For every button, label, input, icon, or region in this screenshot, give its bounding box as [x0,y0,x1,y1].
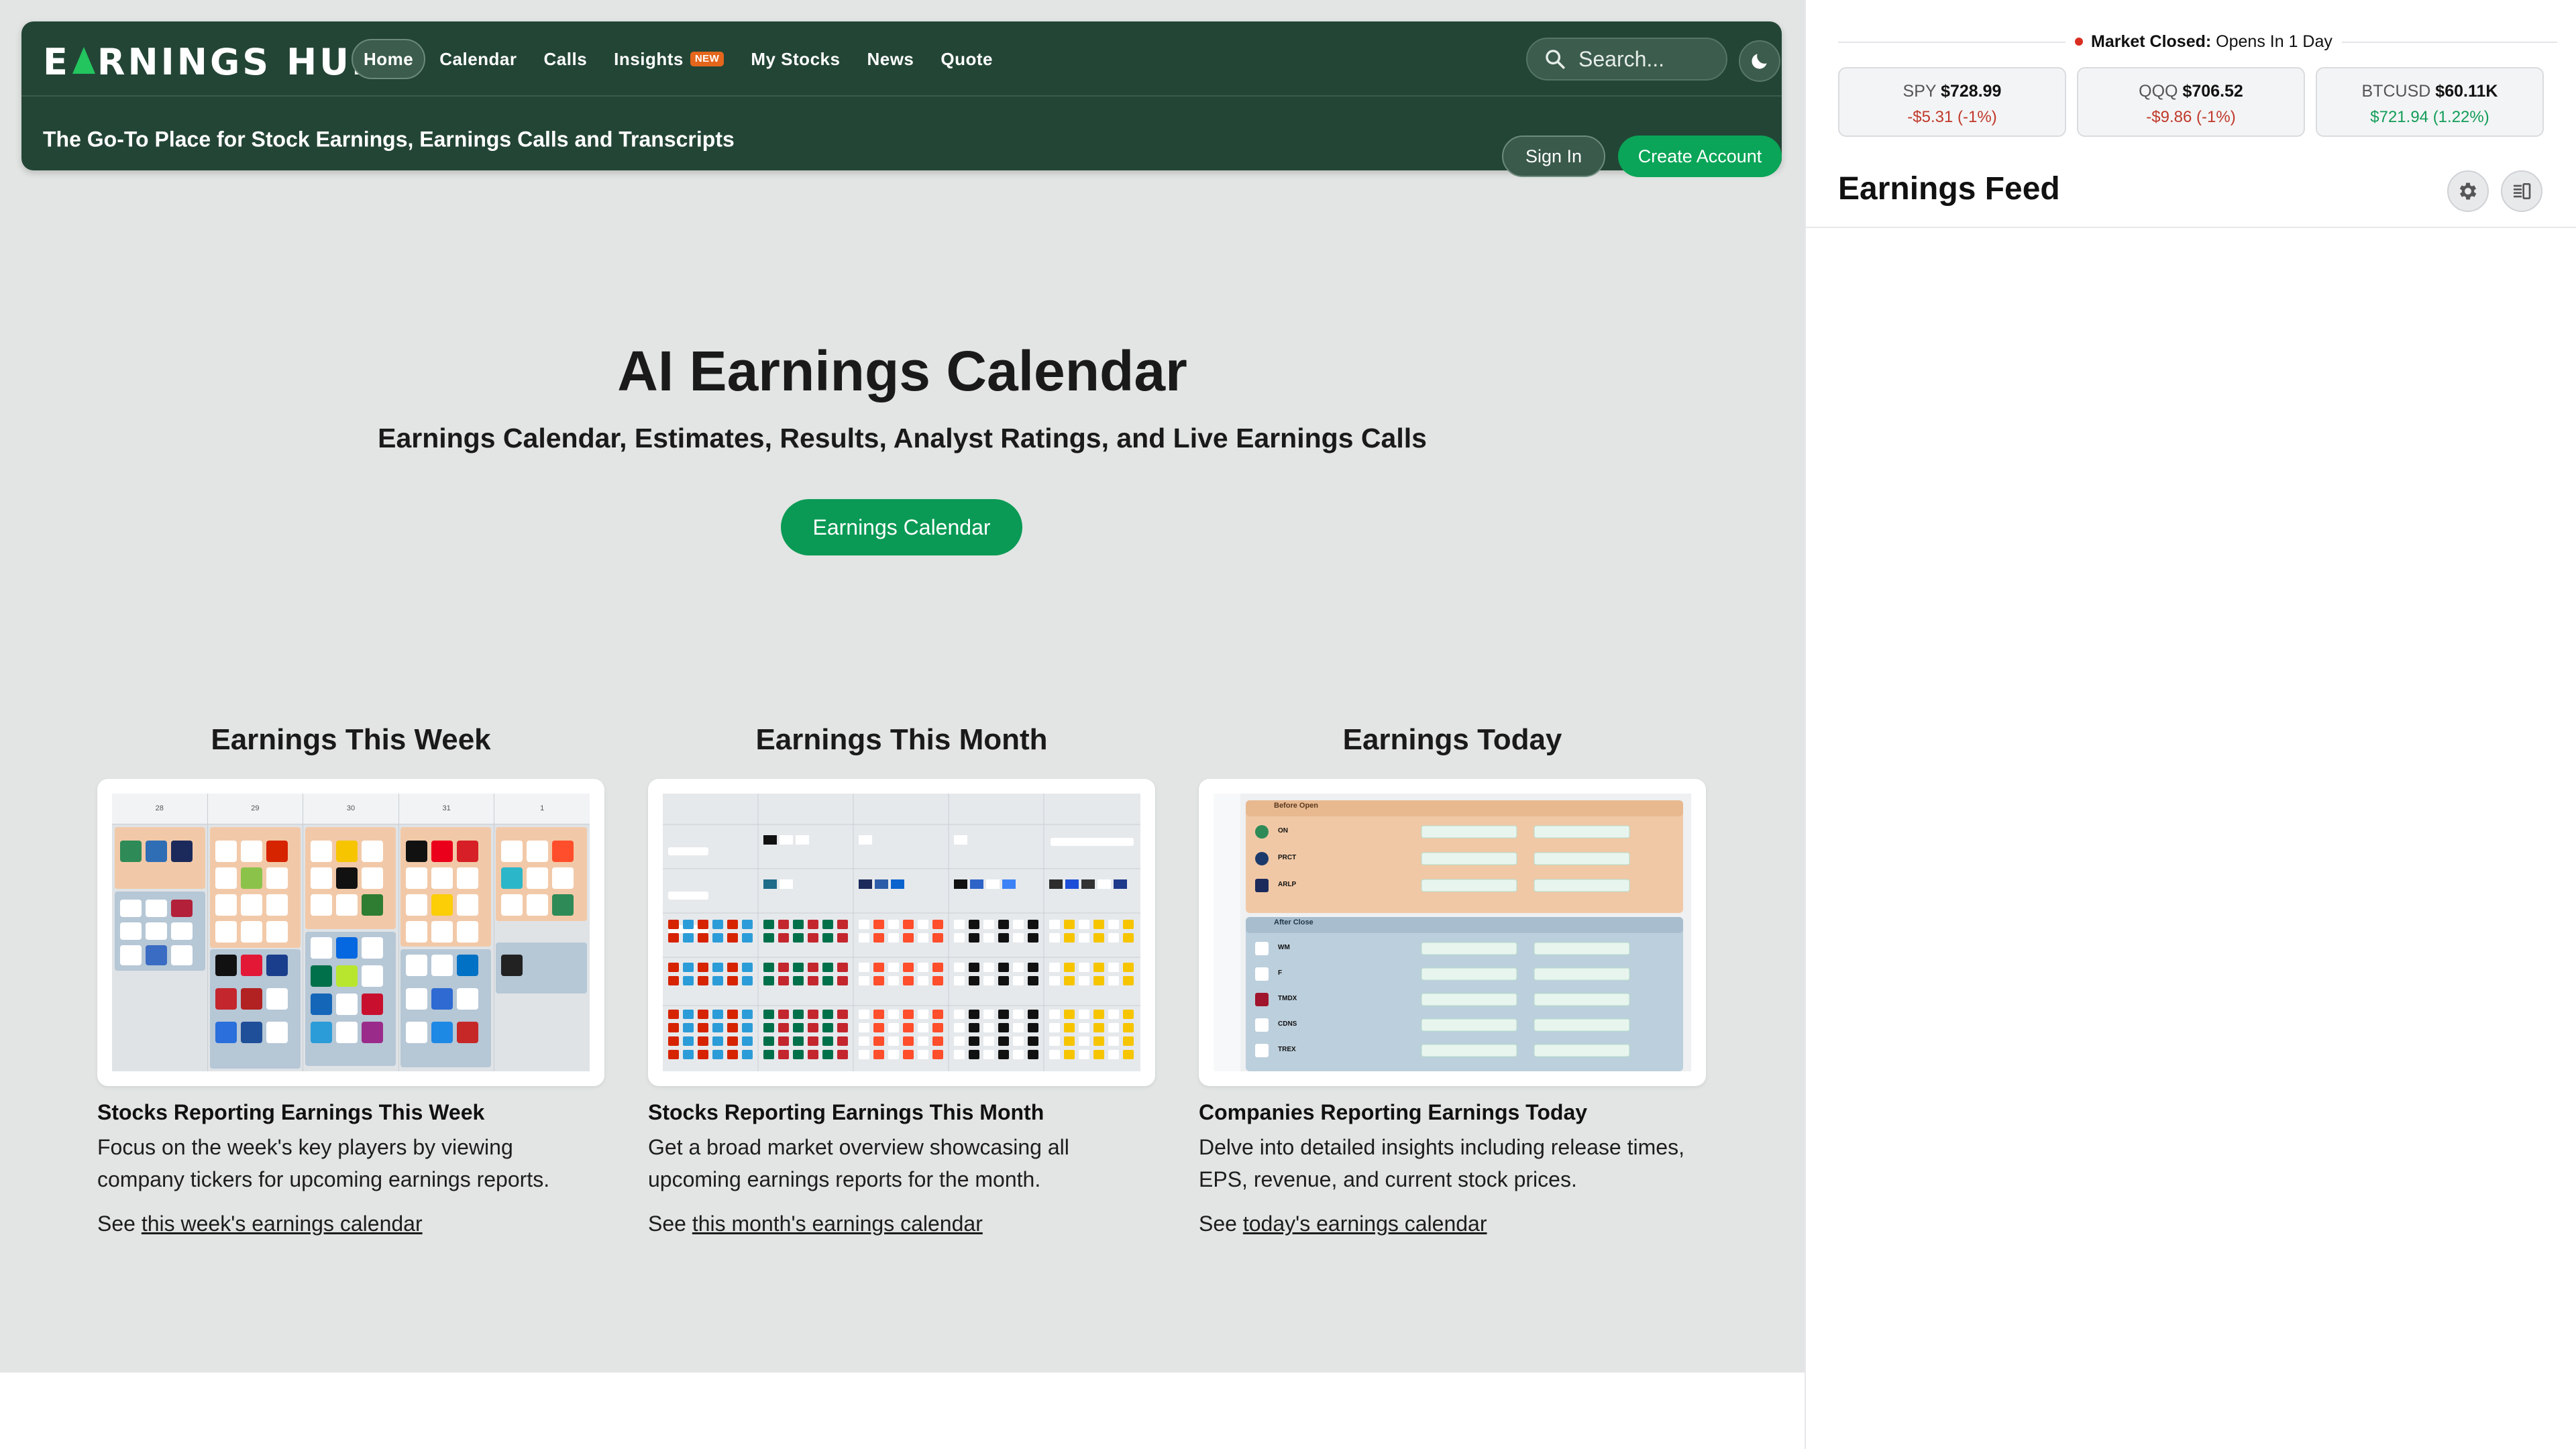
ticker-line: SPY $728.99 [1839,82,2065,101]
ticker-card-qqq[interactable]: QQQ $706.52 -$9.86 (-1%) [2077,67,2305,137]
month-grid-illustration [663,794,1140,1071]
card-heading: Earnings This Week [211,723,491,756]
ticker-change: $721.94 (1.22%) [2370,108,2489,126]
new-badge: NEW [690,52,724,66]
nav-home[interactable]: Home [352,39,426,79]
gear-icon [2459,182,2477,200]
sign-in-button[interactable]: Sign In [1502,136,1605,177]
row-ticker: ARLP [1278,881,1297,888]
ticker-symbol: QQQ [2139,82,2178,101]
row-ticker: TMDX [1278,995,1297,1002]
feed-divider [1806,227,2576,228]
main-footer-space [0,1373,1805,1449]
market-status: Market Closed: Opens In 1 Day [2065,30,2342,54]
row-ticker: ON [1278,827,1288,835]
row-ticker: PRCT [1278,854,1297,861]
search-icon [1546,50,1565,69]
ticker-symbol: SPY [1902,82,1937,101]
row-ticker: CDNS [1278,1020,1297,1028]
card-earnings-today: Earnings Today Before Open After Close O… [1199,723,1706,1236]
card-title: Stocks Reporting Earnings This Week [97,1100,485,1124]
tagline: The Go-To Place for Stock Earnings, Earn… [43,127,735,152]
logo-letter-e: E [43,40,70,83]
month-calendar-thumbnail [663,794,1140,1071]
today-list-illustration [1214,794,1683,1071]
card-heading: Earnings Today [1342,723,1562,756]
status-dot-icon [2075,38,2083,46]
main-content: E RNINGS HUB Home Calendar Calls Insights… [0,0,1805,1373]
search-input[interactable]: Search... [1526,38,1727,80]
earnings-feed-title: Earnings Feed [1838,171,2060,207]
card-see-line: See today's earnings calendar [1199,1212,1487,1236]
market-status-label: Market Closed: [2091,32,2212,51]
week-calendar-thumbnail: 28 29 30 31 1 [112,794,590,1071]
market-status-text: Opens In 1 Day [2216,32,2332,51]
nav-top-row: E RNINGS HUB Home Calendar Calls Insights… [21,21,1782,97]
today-calendar-thumbnail: Before Open After Close ON PRCT ARLP WM … [1214,794,1691,1071]
see-prefix: See [97,1212,142,1236]
ticker-card-spy[interactable]: SPY $728.99 -$5.31 (-1%) [1838,67,2066,137]
ticker-price: $706.52 [2182,82,2243,101]
section-before-open: Before Open [1274,802,1319,810]
row-ticker: TREX [1278,1046,1296,1053]
see-prefix: See [1199,1212,1243,1236]
section-after-close: After Close [1274,918,1313,926]
create-account-button[interactable]: Create Account [1618,136,1782,177]
nav-insights[interactable]: Insights NEW [601,39,737,79]
card-description: Delve into detailed insights including r… [1199,1135,1684,1191]
row-ticker: WM [1278,944,1290,951]
ticker-price: $60.11K [2435,82,2498,101]
ticker-change: -$9.86 (-1%) [2146,108,2236,126]
nav-calendar[interactable]: Calendar [427,39,529,79]
nav-news[interactable]: News [854,39,926,79]
card-see-line: See this month's earnings calendar [648,1212,983,1236]
nav-links: Home Calendar Calls Insights NEW My Stoc… [352,39,1007,79]
ticker-card-btcusd[interactable]: BTCUSD $60.11K $721.94 (1.22%) [2316,67,2544,137]
card-image-frame[interactable]: Before Open After Close ON PRCT ARLP WM … [1199,779,1706,1086]
nav-quote[interactable]: Quote [928,39,1006,79]
ticker-price: $728.99 [1941,82,2002,101]
hero-title: AI Earnings Calendar [617,339,1187,402]
card-description: Get a broad market overview showcasing a… [648,1135,1069,1191]
card-title: Stocks Reporting Earnings This Month [648,1100,1044,1124]
card-image-frame[interactable] [648,779,1155,1086]
ticker-line: BTCUSD $60.11K [2317,82,2542,101]
feed-settings-button[interactable] [2447,170,2489,212]
week-calendar-link[interactable]: this week's earnings calendar [142,1212,423,1236]
nav-insights-label: Insights [614,49,684,69]
top-navbar: E RNINGS HUB Home Calendar Calls Insights… [21,21,1782,177]
feed-panel-toggle-button[interactable] [2501,170,2542,212]
card-description: Focus on the week's key players by viewi… [97,1135,550,1191]
ticker-line: QQQ $706.52 [2078,82,2304,101]
moon-icon [1752,54,1767,69]
card-image-frame[interactable]: 28 29 30 31 1 [97,779,604,1086]
card-see-line: See this week's earnings calendar [97,1212,423,1236]
card-title: Companies Reporting Earnings Today [1199,1100,1588,1124]
today-calendar-link[interactable]: today's earnings calendar [1243,1212,1487,1236]
row-ticker: F [1278,969,1283,977]
earnings-calendar-button[interactable]: Earnings Calendar [781,499,1022,555]
week-logos-illustration [115,827,587,1069]
panel-toggle-icon [2514,183,2531,199]
earnings-sidebar: Market Closed: Opens In 1 Day SPY $728.9… [1805,0,2576,1449]
hero-subtitle: Earnings Calendar, Estimates, Results, A… [378,423,1427,453]
ticker-change: -$5.31 (-1%) [1907,108,1997,126]
search-placeholder: Search... [1578,46,1665,71]
nav-calls[interactable]: Calls [531,39,600,79]
month-calendar-link[interactable]: this month's earnings calendar [692,1212,983,1236]
theme-toggle-button[interactable] [1739,40,1780,82]
logo-rest: RNINGS HUB [97,40,382,83]
card-heading: Earnings This Month [755,723,1048,756]
card-earnings-month: Earnings This Month Stocks Reporting Ear… [648,723,1155,1236]
ticker-symbol: BTCUSD [2361,82,2431,101]
card-earnings-week: Earnings This Week 28 29 30 31 1 Stocks … [97,723,604,1236]
site-logo[interactable]: E RNINGS HUB [43,40,382,83]
nav-my-stocks[interactable]: My Stocks [738,39,853,79]
logo-triangle-icon [72,47,95,74]
see-prefix: See [648,1212,692,1236]
